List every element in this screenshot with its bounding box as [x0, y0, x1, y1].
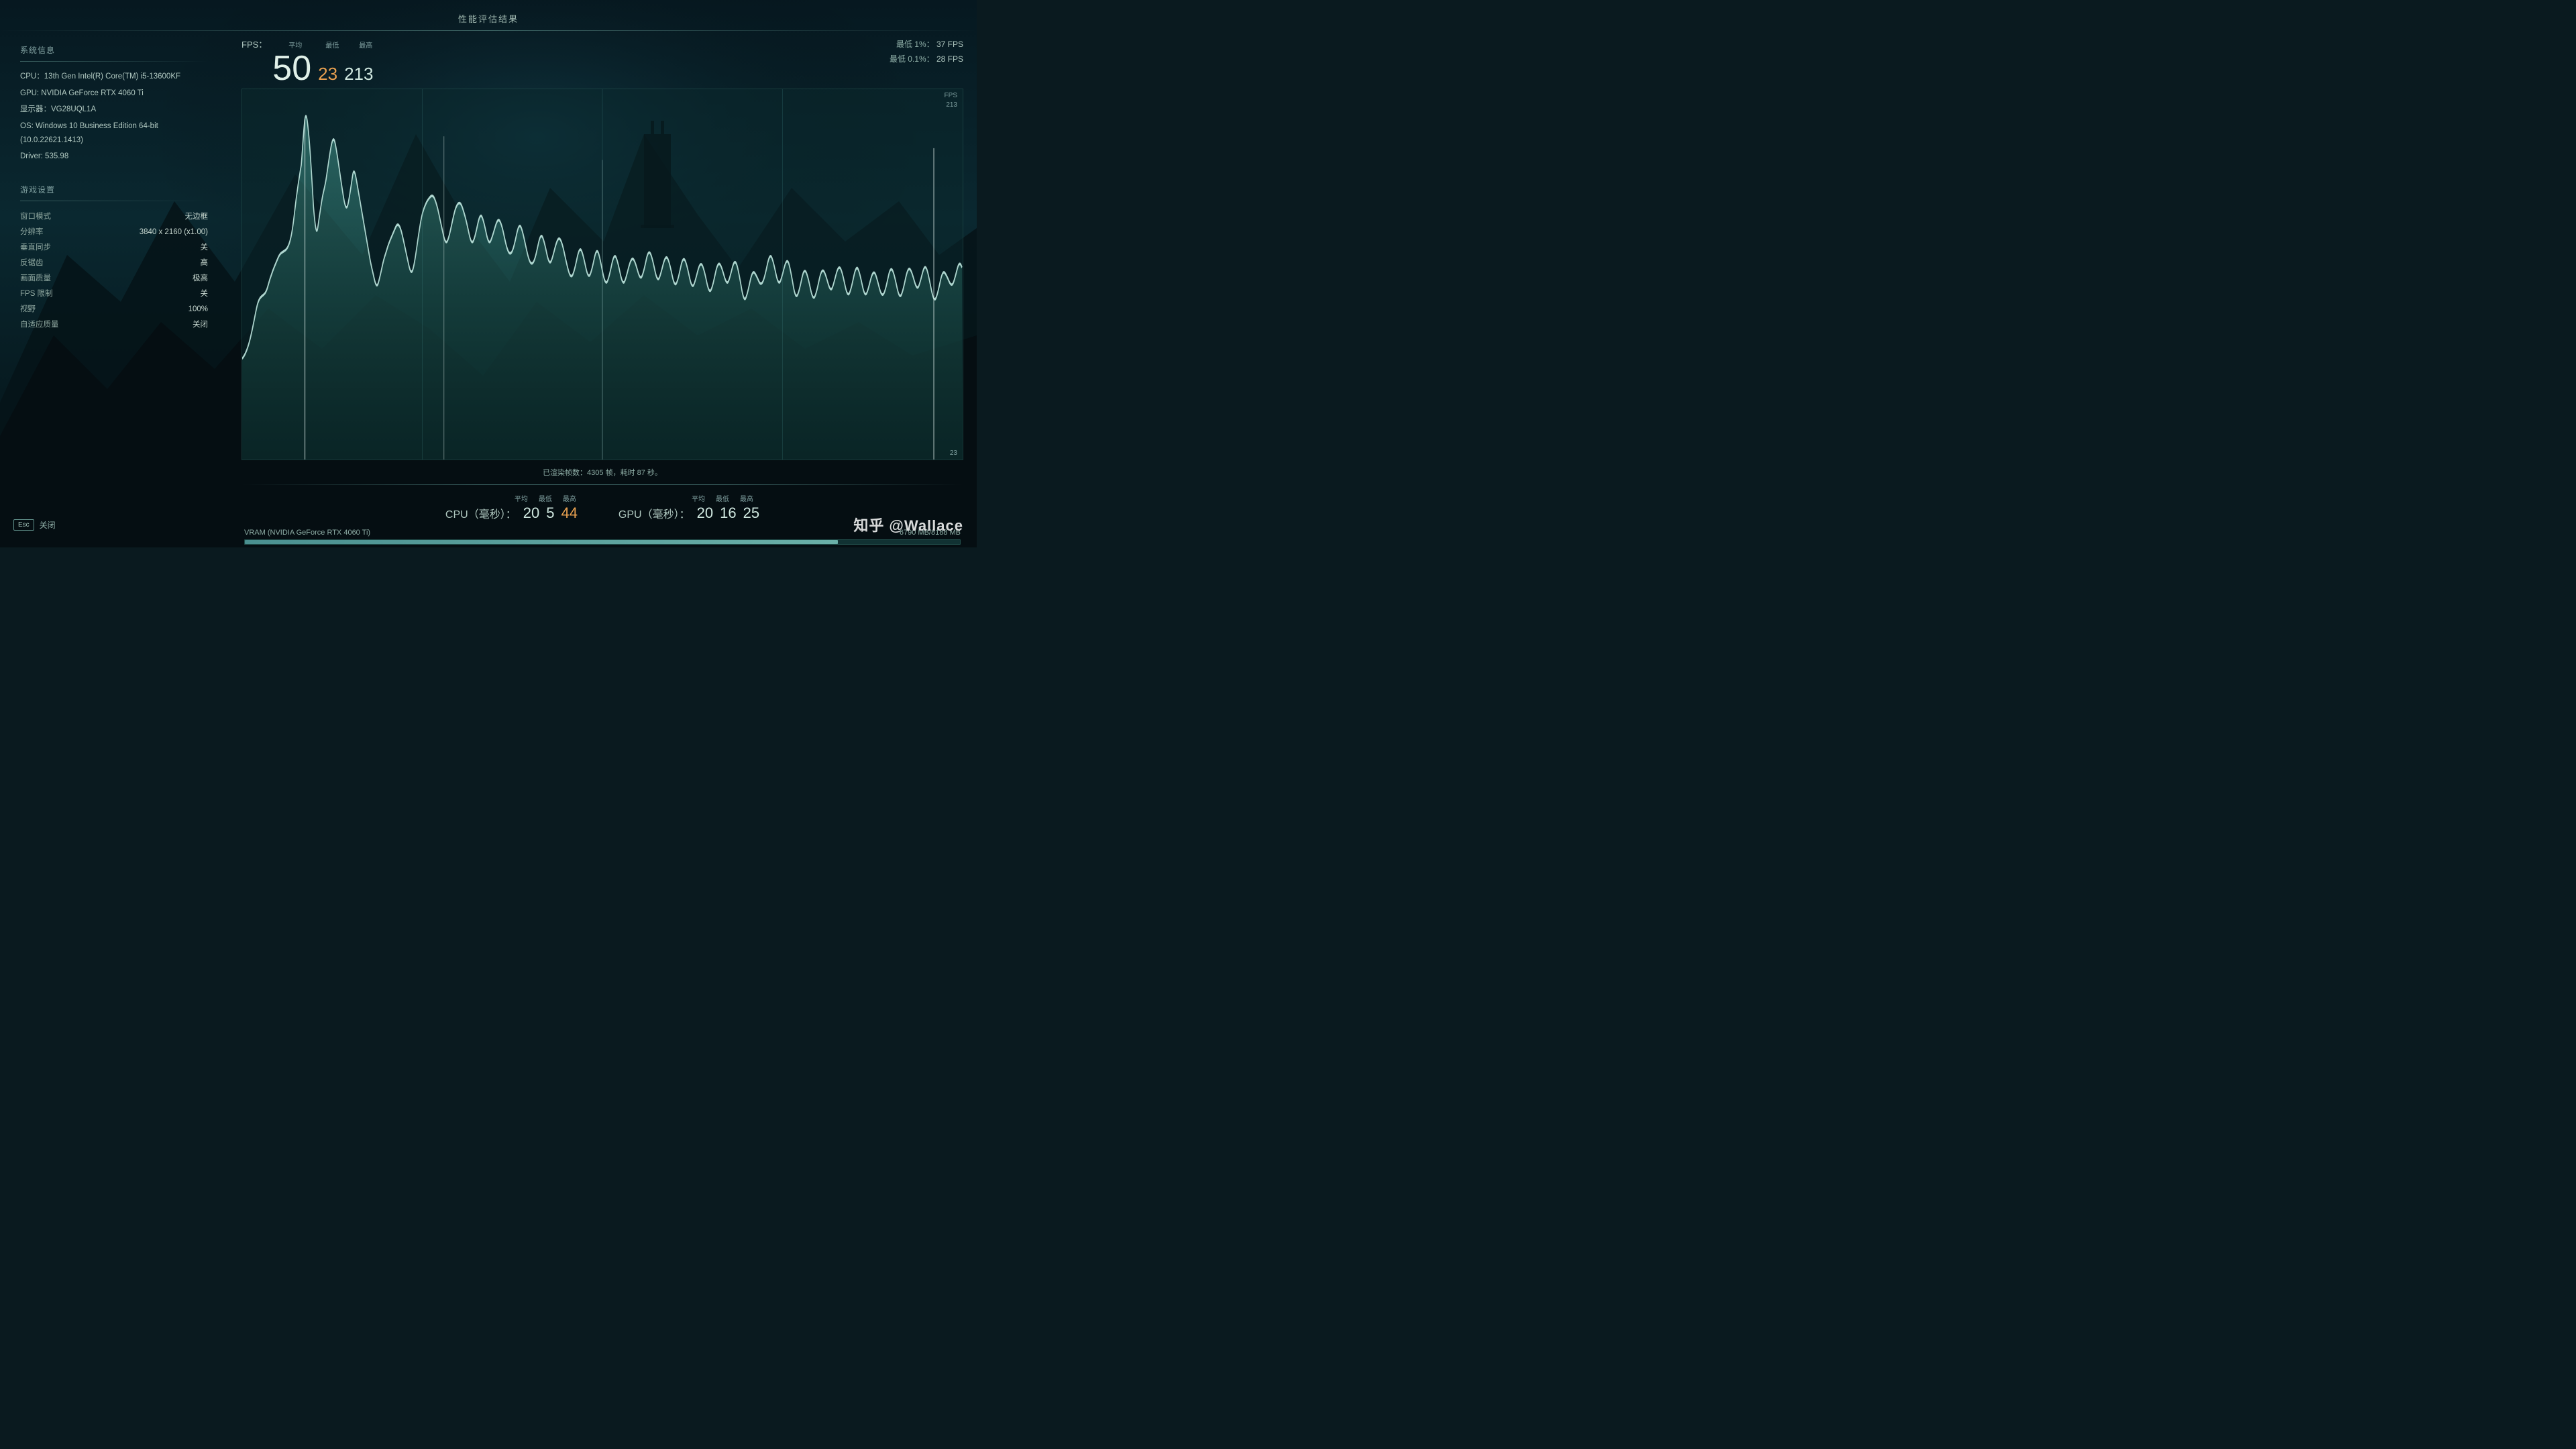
- gpu-max-header: 最高: [738, 493, 755, 503]
- bottom-bar: Esc 关闭 知乎 @Wallace: [13, 514, 963, 535]
- settings-row-value: 极高: [193, 271, 208, 286]
- bottom-divider: [241, 484, 963, 485]
- fps-min-value: 23: [318, 64, 337, 85]
- close-label: 关闭: [40, 519, 56, 531]
- content-wrapper: 性能评估结果 系统信息 CPU：13th Gen Intel(R) Core(T…: [0, 0, 977, 547]
- fps-label: FPS：: [241, 38, 267, 50]
- settings-row-label: 垂直同步: [20, 240, 51, 256]
- close-button[interactable]: Esc 关闭: [13, 519, 56, 531]
- fps-stats-right: 最低 1%： 37 FPS 最低 0.1%： 28 FPS: [890, 38, 963, 66]
- settings-row-label: 画面质量: [20, 271, 51, 286]
- settings-row-value: 关: [201, 240, 209, 256]
- right-panel: FPS： 平均 最低 最高 50 23 213: [228, 31, 977, 551]
- settings-row: FPS 限制 关: [20, 286, 208, 302]
- cpu-avg-header: 平均: [513, 493, 530, 503]
- settings-row-label: 窗口模式: [20, 209, 51, 225]
- settings-row: 自适应质量 关闭: [20, 317, 208, 333]
- game-settings-section: 游戏设置 窗口模式无边框分辨率3840 x 2160 (x1.00)垂直同步关反…: [20, 184, 208, 333]
- settings-row-value: 关: [201, 286, 209, 302]
- cpu-info: CPU：13th Gen Intel(R) Core(TM) i5-13600K…: [20, 70, 208, 84]
- settings-row-label: FPS 限制: [20, 286, 53, 302]
- system-info-title: 系统信息: [20, 44, 208, 56]
- settings-table: 窗口模式无边框分辨率3840 x 2160 (x1.00)垂直同步关反锯齿高画面…: [20, 209, 208, 333]
- driver-info: Driver: 535.98: [20, 150, 208, 164]
- gpu-header-labels: 平均 最低 最高: [619, 493, 759, 503]
- settings-row-value: 100%: [189, 302, 208, 317]
- chart-min-label: 23: [950, 449, 957, 457]
- chart-max-label: 213: [946, 101, 957, 109]
- chart-fps-label: FPS: [945, 92, 957, 99]
- low01pct-label: 最低 0.1%：: [890, 54, 934, 64]
- fps-chart-container: FPS 213 23: [241, 89, 963, 460]
- cpu-max-header: 最高: [561, 493, 578, 503]
- game-settings-title: 游戏设置: [20, 184, 208, 195]
- settings-row: 窗口模式 无边框: [20, 209, 208, 225]
- settings-row-label: 分辨率: [20, 225, 44, 240]
- system-info-divider: [20, 61, 208, 62]
- os-info: OS: Windows 10 Business Edition 64-bit (…: [20, 119, 208, 147]
- title-text: 性能评估结果: [458, 14, 519, 24]
- fps-max-value: 213: [344, 64, 373, 85]
- fps-max-header: 最高: [349, 40, 382, 50]
- settings-row-value: 无边框: [185, 209, 209, 225]
- display-info: 显示器：VG28UQL1A: [20, 103, 208, 117]
- left-panel: 系统信息 CPU：13th Gen Intel(R) Core(TM) i5-1…: [0, 31, 228, 551]
- gpu-min-header: 最低: [714, 493, 731, 503]
- page-title: 性能评估结果: [0, 0, 977, 25]
- main-layout: 系统信息 CPU：13th Gen Intel(R) Core(TM) i5-1…: [0, 31, 977, 551]
- settings-row: 画面质量 极高: [20, 271, 208, 286]
- settings-row-label: 自适应质量: [20, 317, 59, 333]
- settings-row-label: 视野: [20, 302, 36, 317]
- low1pct-value: 37 FPS: [936, 40, 963, 49]
- settings-row-value: 3840 x 2160 (x1.00): [140, 225, 208, 240]
- fps-min-header: 最低: [315, 40, 349, 50]
- settings-row-value: 关闭: [193, 317, 208, 333]
- rendered-info: 已渲染帧数：4305 帧，耗时 87 秒。: [241, 467, 963, 478]
- settings-row: 垂直同步 关: [20, 240, 208, 256]
- esc-key[interactable]: Esc: [13, 519, 34, 531]
- fps-avg-header: 平均: [275, 40, 315, 50]
- gpu-info: GPU: NVIDIA GeForce RTX 4060 Ti: [20, 87, 208, 101]
- settings-row-label: 反锯齿: [20, 256, 44, 271]
- gpu-avg-header: 平均: [690, 493, 707, 503]
- vram-bar-background: [244, 539, 961, 545]
- vram-bar-fill: [245, 540, 838, 544]
- fps-avg-value: 50: [272, 51, 311, 86]
- settings-row-value: 高: [201, 256, 209, 271]
- low1pct-label: 最低 1%：: [896, 40, 934, 49]
- fps-stats-left: FPS： 平均 最低 最高 50 23 213: [241, 38, 382, 86]
- cpu-header-labels: 平均 最低 最高: [445, 493, 578, 503]
- fps-chart-svg: [242, 89, 963, 460]
- cpu-min-header: 最低: [537, 493, 554, 503]
- settings-row: 反锯齿 高: [20, 256, 208, 271]
- settings-row: 分辨率 3840 x 2160 (x1.00): [20, 225, 208, 240]
- settings-row: 视野 100%: [20, 302, 208, 317]
- low01pct-value: 28 FPS: [936, 54, 963, 64]
- watermark: 知乎 @Wallace: [853, 514, 963, 535]
